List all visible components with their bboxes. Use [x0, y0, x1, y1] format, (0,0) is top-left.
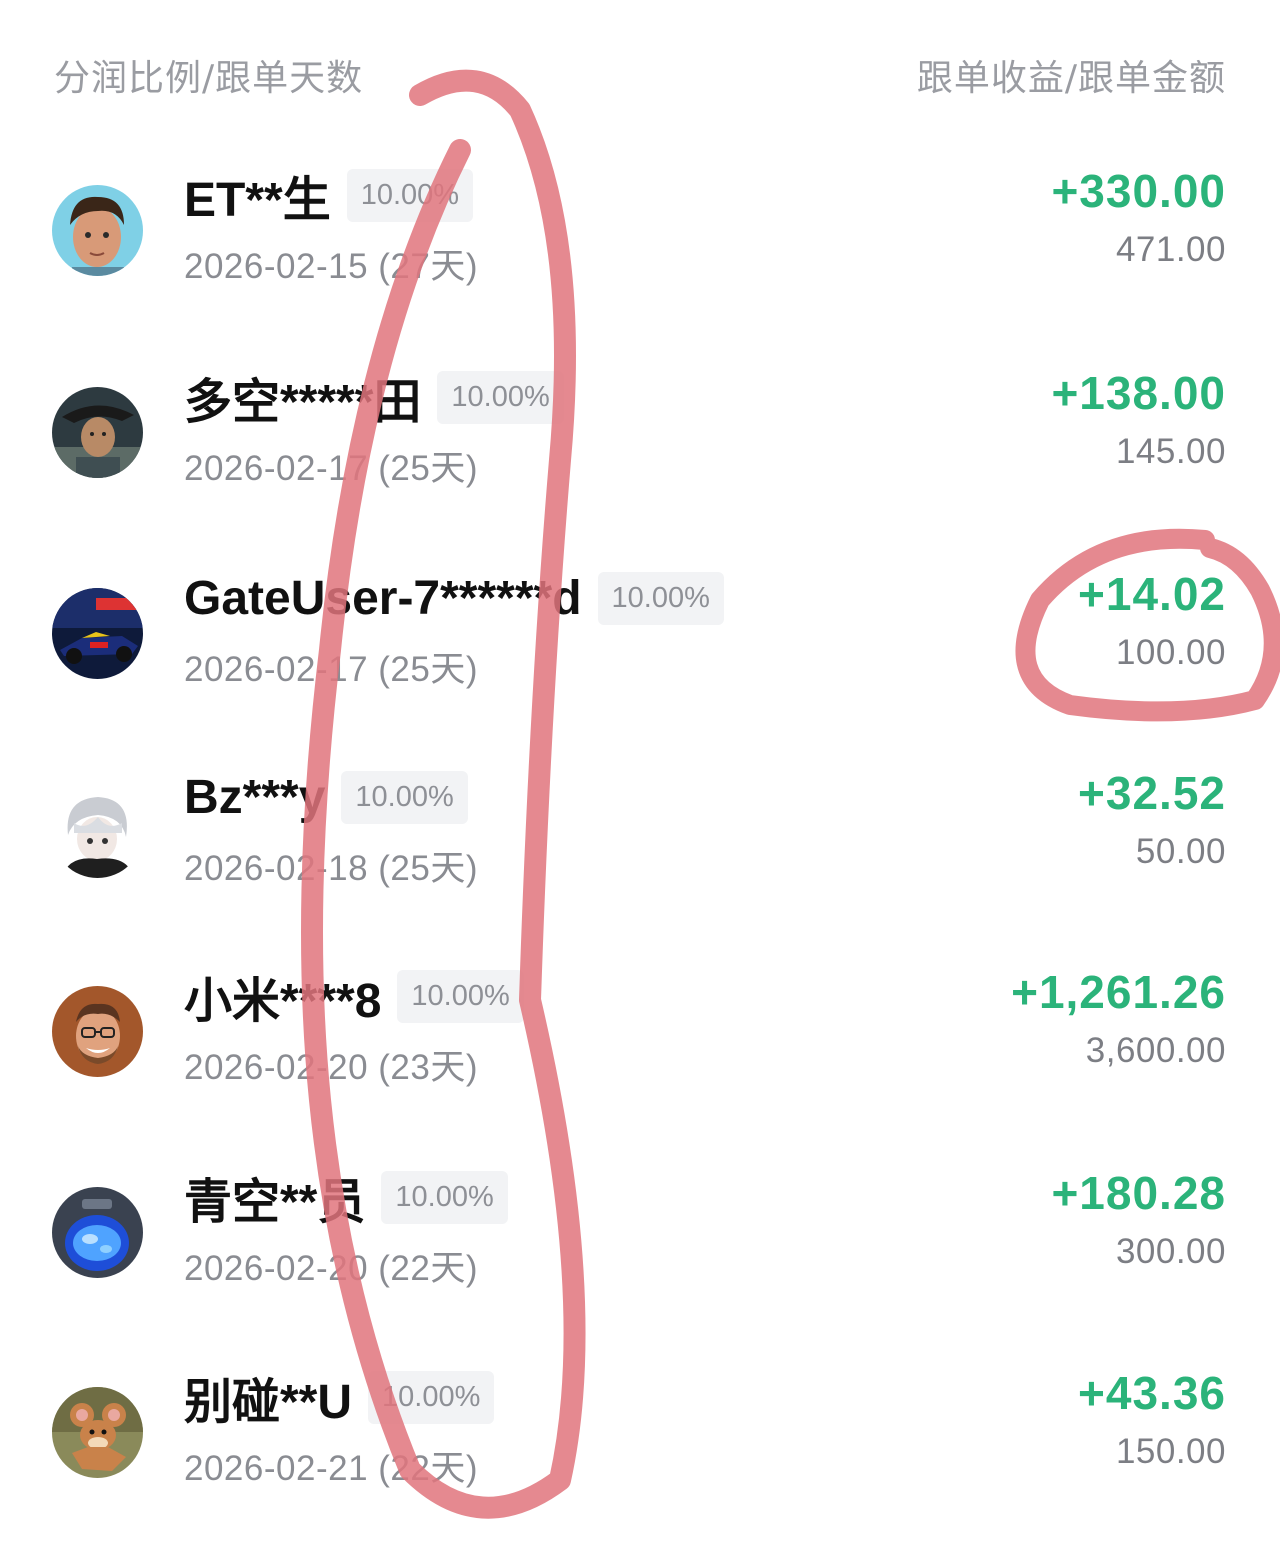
smiling-man-glasses-avatar-icon[interactable]: [52, 986, 143, 1077]
header-left-label: 分润比例/跟单天数: [54, 58, 364, 99]
user-name: 小米****8: [184, 975, 382, 1028]
follow-profit: +138.00: [1051, 367, 1226, 419]
list-item[interactable]: ET**生 10.00% 2026-02-15 (27天) +330.00 47…: [0, 160, 1280, 300]
follow-profit: +43.36: [1078, 1367, 1226, 1419]
name-line: 青空**员 10.00%: [184, 1162, 508, 1232]
follow-date: 2026-02-20 (23天): [184, 1048, 478, 1087]
name-line: GateUser-7******d 10.00%: [184, 563, 724, 633]
name-line: 小米****8 10.00%: [184, 961, 524, 1031]
follow-amount: 3,600.00: [1085, 1031, 1226, 1070]
user-name: 多空*****田: [184, 376, 422, 429]
user-name: ET**生: [184, 174, 331, 227]
follow-profit: +330.00: [1051, 165, 1226, 217]
follow-date: 2026-02-15 (27天): [184, 247, 478, 286]
user-name: GateUser-7******d: [184, 571, 582, 625]
follow-profit: +1,261.26: [1011, 966, 1226, 1018]
race-car-avatar-icon[interactable]: [52, 588, 143, 679]
name-line: 别碰**U 10.00%: [184, 1362, 495, 1432]
follow-amount: 471.00: [1115, 230, 1226, 269]
follow-amount: 145.00: [1115, 432, 1226, 471]
list-item[interactable]: GateUser-7******d 10.00% 2026-02-17 (25天…: [0, 563, 1280, 703]
glowing-jar-avatar-icon[interactable]: [52, 1187, 143, 1278]
ratio-badge: 10.00%: [437, 370, 564, 424]
ratio-badge: 10.00%: [397, 969, 524, 1023]
follow-date: 2026-02-21 (22天): [184, 1449, 478, 1488]
ratio-badge: 10.00%: [368, 1370, 495, 1424]
follow-date: 2026-02-20 (22天): [184, 1249, 478, 1288]
user-name: 青空**员: [184, 1176, 366, 1229]
follow-date: 2026-02-17 (25天): [184, 449, 478, 488]
list-item[interactable]: Bz***y 10.00% 2026-02-18 (25天) +32.52 50…: [0, 762, 1280, 902]
anime-character-avatar-icon[interactable]: [52, 787, 143, 878]
name-line: 多空*****田 10.00%: [184, 362, 564, 432]
follow-amount: 300.00: [1115, 1232, 1226, 1271]
follow-amount: 150.00: [1115, 1432, 1226, 1471]
name-line: ET**生 10.00%: [184, 160, 474, 230]
follow-profit: +14.02: [1078, 568, 1226, 620]
follow-date: 2026-02-17 (25天): [184, 650, 478, 689]
follow-amount: 50.00: [1135, 832, 1226, 871]
ratio-badge: 10.00%: [597, 571, 724, 625]
list-header: 分润比例/跟单天数 跟单收益/跟单金额: [54, 50, 1226, 100]
follow-profit: +180.28: [1051, 1167, 1226, 1219]
user-name: Bz***y: [184, 770, 326, 824]
young-man-avatar-icon[interactable]: [52, 185, 143, 276]
list-item[interactable]: 多空*****田 10.00% 2026-02-17 (25天) +138.00…: [0, 362, 1280, 502]
ratio-badge: 10.00%: [341, 770, 468, 824]
ratio-badge: 10.00%: [346, 168, 474, 222]
user-name: 别碰**U: [184, 1376, 353, 1429]
name-line: Bz***y 10.00%: [184, 762, 468, 832]
list-item[interactable]: 别碰**U 10.00% 2026-02-21 (22天) +43.36 150…: [0, 1362, 1280, 1502]
header-right-label: 跟单收益/跟单金额: [916, 58, 1226, 99]
list-item[interactable]: 小米****8 10.00% 2026-02-20 (23天) +1,261.2…: [0, 961, 1280, 1101]
old-man-hat-avatar-icon[interactable]: [52, 387, 143, 478]
follow-profit: +32.52: [1078, 767, 1226, 819]
follow-amount: 100.00: [1115, 633, 1226, 672]
list-item[interactable]: 青空**员 10.00% 2026-02-20 (22天) +180.28 30…: [0, 1162, 1280, 1302]
cartoon-mouse-avatar-icon[interactable]: [52, 1387, 143, 1478]
follow-date: 2026-02-18 (25天): [184, 849, 478, 888]
ratio-badge: 10.00%: [381, 1170, 508, 1224]
